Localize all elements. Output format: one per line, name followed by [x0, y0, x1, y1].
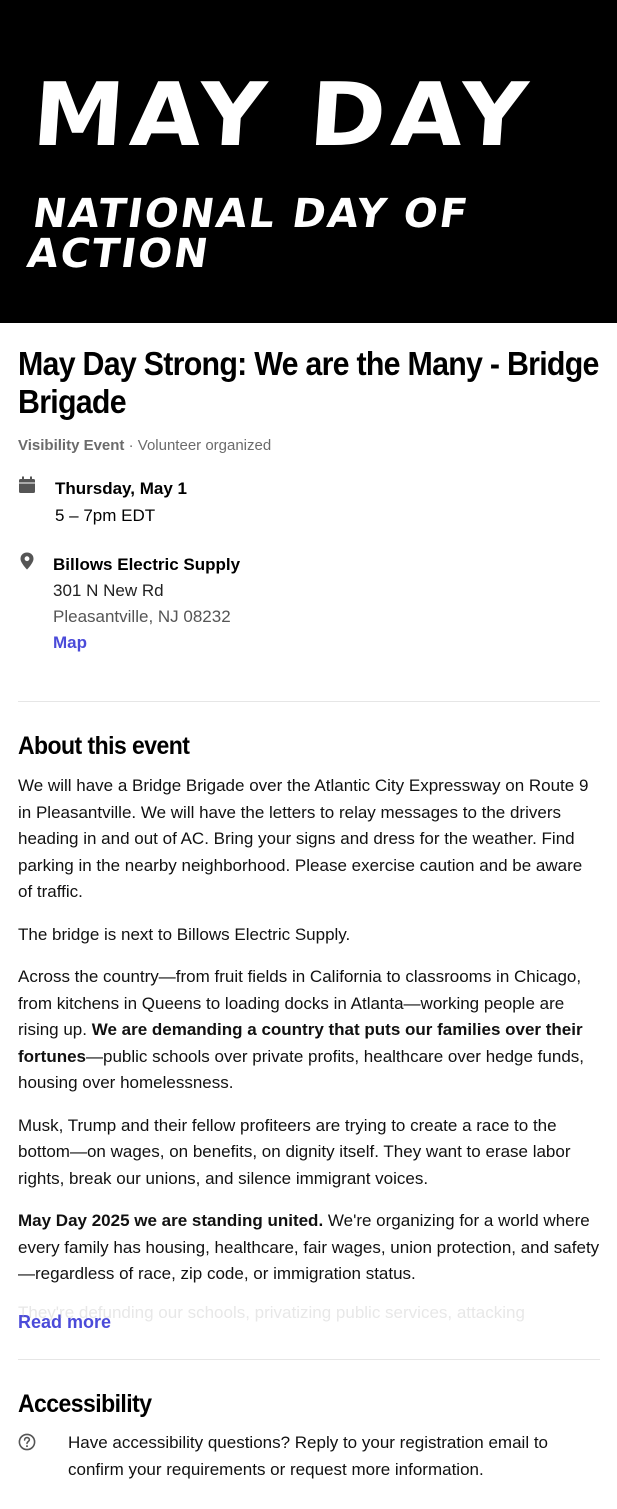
about-heading: About this event [18, 732, 190, 760]
about-section: About this event We will have a Bridge B… [18, 732, 600, 1333]
accessibility-heading: Accessibility [18, 1389, 152, 1418]
question-circle-icon [18, 1433, 36, 1450]
about-paragraph-5: May Day 2025 we are standing united. We'… [18, 1211, 600, 1283]
about-paragraph-2: The bridge is next to Billows Electric S… [18, 924, 351, 944]
about-paragraph-4: Musk, Trump and their fellow profiteers … [18, 1115, 571, 1188]
banner-subtitle: NATIONAL DAY OF ACTION [24, 191, 473, 277]
map-link[interactable]: Map [53, 630, 600, 656]
event-organizer-type: · Volunteer organized [124, 437, 272, 454]
event-content: May Day Strong: We are the Many - Bridge… [18, 323, 600, 1483]
accessibility-info: Have accessibility questions? Reply to y… [18, 1429, 600, 1483]
divider [18, 701, 600, 702]
divider [18, 1358, 600, 1360]
event-time: 5 – 7pm EDT [55, 506, 156, 525]
event-location: Billows Electric Supply 301 N New Rd Ple… [18, 552, 600, 656]
location-pin-icon [20, 552, 34, 570]
banner-title: MAY DAY [29, 64, 537, 167]
accessibility-section: Accessibility Have accessibility questio… [18, 1390, 600, 1483]
event-date: Thursday, May 1 [55, 479, 187, 498]
venue-city: Pleasantville, NJ 08232 [53, 607, 231, 626]
venue-address: 301 N New Rd [53, 581, 164, 600]
event-banner-image: MAY DAY NATIONAL DAY OF ACTION [0, 0, 617, 323]
accessibility-text: Have accessibility questions? Reply to y… [68, 1432, 549, 1479]
event-meta: Visibility Event · Volunteer organized [18, 437, 600, 454]
event-datetime: Thursday, May 1 5 – 7pm EDT [18, 476, 600, 530]
calendar-icon [19, 476, 35, 493]
event-type: Visibility Event [18, 437, 125, 454]
about-paragraph-3: Across the country—from fruit fields in … [18, 967, 584, 1092]
event-title: May Day Strong: We are the Many - Bridge… [18, 345, 599, 420]
truncated-text: They're defunding our schools, privatizi… [18, 1302, 525, 1322]
about-paragraph-1: We will have a Bridge Brigade over the A… [18, 776, 589, 901]
venue-name: Billows Electric Supply [53, 555, 241, 574]
